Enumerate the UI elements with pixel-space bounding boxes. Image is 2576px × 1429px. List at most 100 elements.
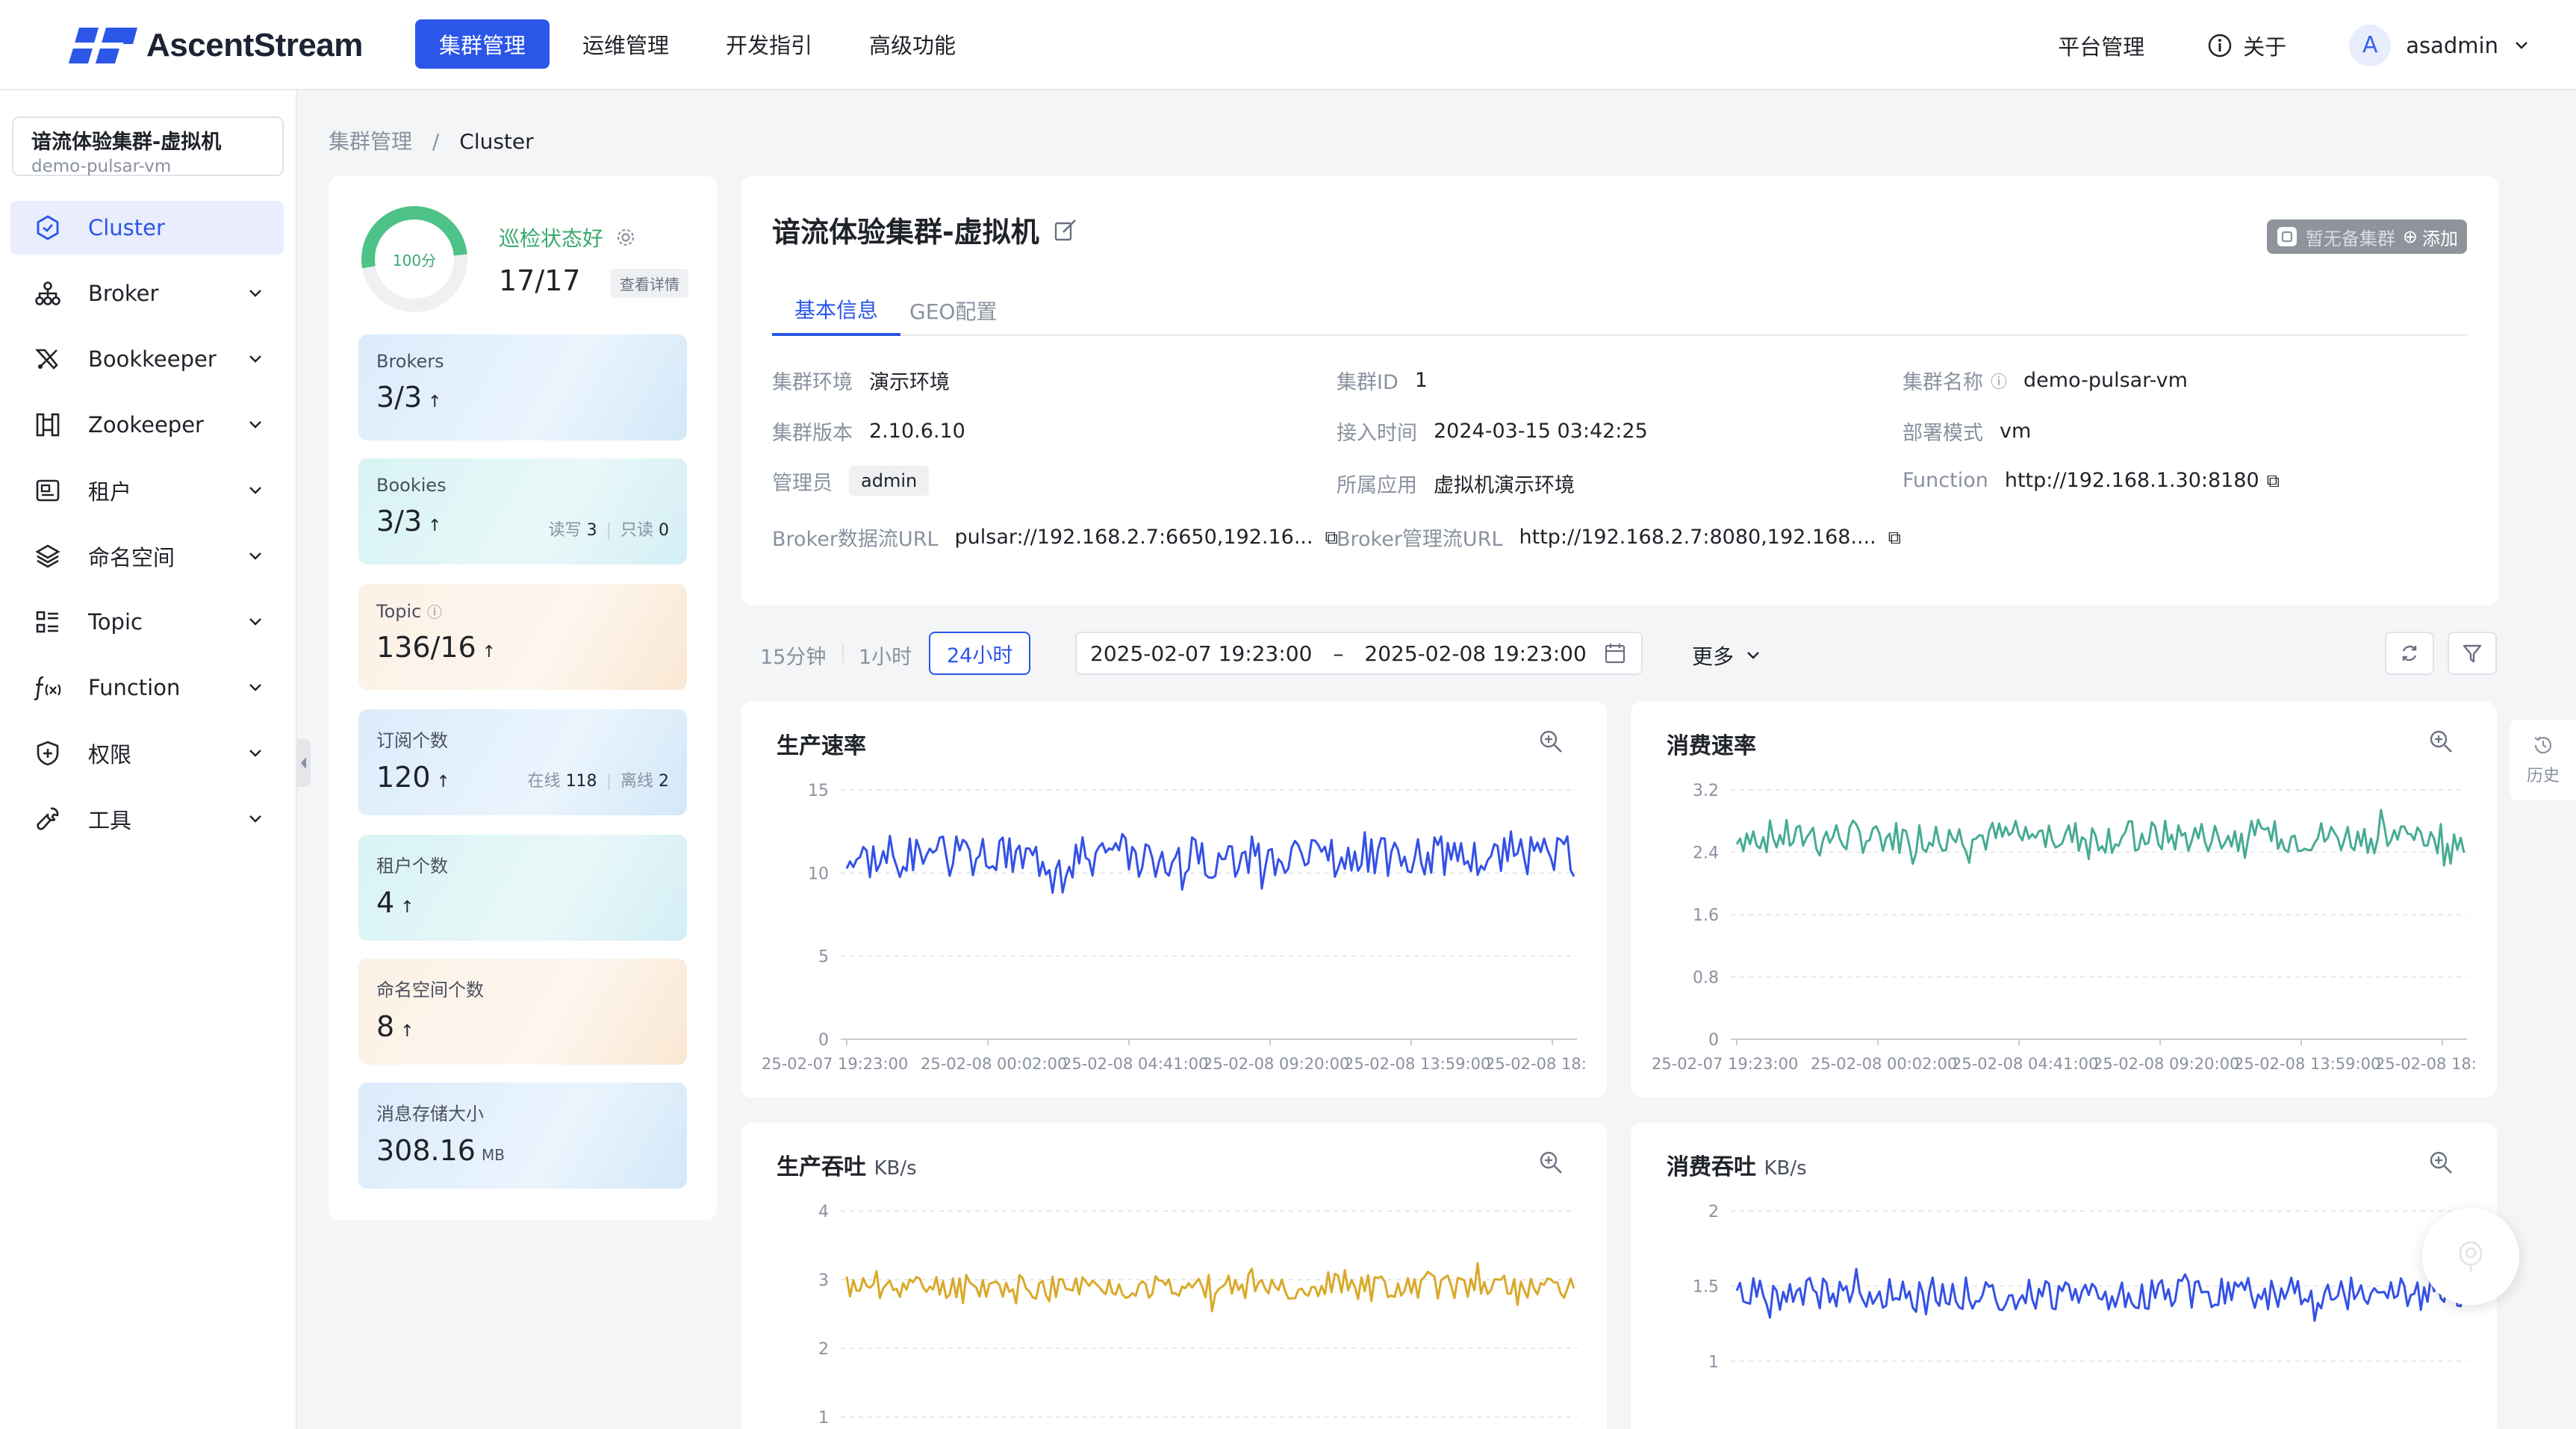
brand-name: AscentStream bbox=[146, 27, 363, 63]
cluster-selector[interactable]: 谙流体验集群-虚拟机 demo-pulsar-vm bbox=[12, 116, 284, 176]
field-broker-admin-url: Broker管理流URL http://192.168.2.7:8080,192.… bbox=[1337, 526, 1901, 551]
subscriptions-breakdown: 在线 118 | 离线 2 bbox=[527, 772, 669, 791]
stat-card-namespaces[interactable]: 命名空间个数 8 ↑ bbox=[358, 959, 687, 1065]
history-tab[interactable]: 历史 bbox=[2510, 720, 2576, 800]
sidebar-item-function[interactable]: Function bbox=[10, 661, 284, 714]
function-icon bbox=[34, 676, 61, 700]
stat-card-storage[interactable]: 消息存储大小 308.16 MB bbox=[358, 1083, 687, 1189]
add-backup-button[interactable]: 添加 bbox=[2422, 224, 2458, 250]
nav-ops-management[interactable]: 运维管理 bbox=[559, 19, 693, 69]
sidebar-item-tools[interactable]: 工具 bbox=[10, 792, 284, 846]
sidebar-item-label: 租户 bbox=[88, 479, 132, 505]
broker-icon bbox=[35, 281, 60, 305]
nav-cluster-management[interactable]: 集群管理 bbox=[415, 19, 550, 69]
stat-card-bookies[interactable]: Bookies 3/3 ↑ 读写 3 | 只读 0 bbox=[358, 458, 687, 564]
x-tick-label: 25-02-08 18: bbox=[1485, 1055, 1587, 1073]
assistant-icon bbox=[2459, 1241, 2483, 1272]
assistant-float-button[interactable] bbox=[2422, 1208, 2519, 1305]
logo[interactable]: AscentStream bbox=[69, 24, 363, 67]
sidebar-collapse-handle[interactable] bbox=[297, 739, 311, 787]
y-tick-label: 2 bbox=[818, 1340, 829, 1359]
arrow-up-icon: ↑ bbox=[400, 898, 414, 917]
backup-cluster-badge[interactable]: 暂无备集群 ⊕ 添加 bbox=[2266, 220, 2467, 254]
filter-button[interactable] bbox=[2448, 632, 2497, 675]
breadcrumb-root[interactable]: 集群管理 bbox=[329, 129, 412, 154]
cluster-name: 谙流体验集群-虚拟机 bbox=[31, 131, 222, 154]
y-tick-label: 1.5 bbox=[1693, 1278, 1719, 1297]
arrow-up-icon: ↑ bbox=[482, 643, 497, 661]
info-icon: ⓘ bbox=[1991, 373, 2008, 392]
stat-card-subscriptions[interactable]: 订阅个数 120 ↑ 在线 118 | 离线 2 bbox=[358, 709, 687, 815]
sidebar-item-cluster[interactable]: Cluster bbox=[10, 201, 284, 255]
stat-label: 订阅个数 bbox=[376, 730, 448, 751]
sidebar-item-topic[interactable]: Topic bbox=[10, 595, 284, 649]
view-details-button[interactable]: 查看详情 bbox=[611, 269, 688, 298]
start-date: 2025-02-07 19:23:00 bbox=[1090, 641, 1313, 666]
health-status[interactable]: 巡检状态好 bbox=[499, 222, 636, 252]
x-tick-label: 25-02-08 09:20:00 bbox=[1203, 1055, 1349, 1073]
nav-advanced[interactable]: 高级功能 bbox=[845, 19, 980, 69]
about-link[interactable]: 关于 bbox=[2207, 30, 2286, 61]
sidebar-item-tenant[interactable]: 租户 bbox=[10, 464, 284, 517]
sidebar-item-label: Cluster bbox=[88, 215, 165, 240]
gear-icon[interactable] bbox=[615, 227, 636, 248]
y-tick-label: 4 bbox=[818, 1203, 829, 1221]
sidebar-item-zookeeper[interactable]: Zookeeper bbox=[10, 398, 284, 452]
sidebar-item-namespace[interactable]: 命名空间 bbox=[10, 529, 284, 583]
x-tick-label: 25-02-08 13:59:00 bbox=[2234, 1055, 2380, 1073]
chevron-down-icon bbox=[249, 290, 261, 297]
date-range-picker[interactable]: 2025-02-07 19:23:00 – 2025-02-08 19:23:0… bbox=[1075, 632, 1643, 675]
x-tick-label: 25-02-08 04:41:00 bbox=[1062, 1055, 1208, 1073]
tenant-icon bbox=[36, 479, 60, 502]
main-nav: 集群管理 运维管理 开发指引 高级功能 bbox=[415, 19, 989, 69]
user-menu[interactable]: A asadmin bbox=[2349, 24, 2531, 66]
tab-basic-info[interactable]: 基本信息 bbox=[772, 285, 901, 336]
tab-geo-config[interactable]: GEO配置 bbox=[909, 285, 997, 336]
y-tick-label: 3.2 bbox=[1693, 782, 1719, 800]
y-tick-label: 10 bbox=[808, 865, 829, 883]
sidebar: 谙流体验集群-虚拟机 demo-pulsar-vm Cluster Broker… bbox=[0, 90, 297, 1429]
chart-plot: 1 2 3 4 bbox=[818, 1203, 1577, 1428]
chevron-down-icon bbox=[249, 815, 261, 823]
stat-label: 消息存储大小 bbox=[376, 1103, 484, 1124]
info-icon bbox=[2208, 34, 2232, 57]
field-application: 所属应用 虚拟机演示环境 bbox=[1337, 474, 1575, 497]
sidebar-item-bookkeeper[interactable]: Bookkeeper bbox=[10, 332, 284, 386]
health-status-label: 巡检状态好 bbox=[499, 226, 604, 251]
sidebar-menu: Cluster Broker Bookkeeper Zookeeper 租户 命… bbox=[10, 201, 284, 858]
chart-plot: 0 5 10 15 25-02-07 19:23:00 25-02-08 00:02:00… bbox=[762, 782, 1587, 1073]
sidebar-item-broker[interactable]: Broker bbox=[10, 267, 284, 320]
detail-title-text: 谙流体验集群-虚拟机 bbox=[772, 216, 1039, 249]
chevron-down-icon bbox=[249, 750, 261, 757]
time-range-15m[interactable]: 15分钟 bbox=[760, 641, 826, 670]
refresh-button[interactable] bbox=[2385, 632, 2434, 675]
cluster-id: demo-pulsar-vm bbox=[31, 157, 172, 176]
field-deploy-mode: 部署模式 vm bbox=[1903, 420, 2032, 445]
stat-card-tenants[interactable]: 租户个数 4 ↑ bbox=[358, 835, 687, 941]
breadcrumb-current: Cluster bbox=[459, 129, 534, 154]
stat-value: 308.16 bbox=[376, 1134, 476, 1167]
sidebar-item-permission[interactable]: 权限 bbox=[10, 726, 284, 780]
health-score: 100分 bbox=[393, 252, 436, 270]
plus-circle-icon: ⊕ bbox=[2402, 226, 2418, 247]
sidebar-item-label: 命名空间 bbox=[88, 545, 175, 570]
time-range-24h[interactable]: 24小时 bbox=[929, 632, 1031, 675]
backup-icon bbox=[2277, 227, 2297, 246]
y-tick-label: 3 bbox=[818, 1271, 829, 1290]
nav-dev-guide[interactable]: 开发指引 bbox=[702, 19, 836, 69]
copy-icon[interactable]: ⧉ bbox=[1888, 527, 1901, 548]
time-range-1h[interactable]: 1小时 bbox=[859, 641, 912, 670]
copy-icon[interactable]: ⧉ bbox=[2267, 470, 2280, 491]
x-tick-label: 25-02-08 13:59:00 bbox=[1344, 1055, 1490, 1073]
more-dropdown[interactable]: 更多 bbox=[1692, 641, 1762, 670]
series-line bbox=[845, 830, 1575, 894]
list-icon bbox=[36, 611, 58, 633]
arrow-up-icon: ↑ bbox=[436, 773, 450, 791]
platform-management-link[interactable]: 平台管理 bbox=[2058, 30, 2144, 61]
sidebar-item-label: Topic bbox=[88, 609, 143, 635]
stat-card-topic[interactable]: Topic ⓘ 136/16 ↑ bbox=[358, 584, 687, 690]
edit-icon[interactable] bbox=[1053, 217, 1078, 243]
stat-card-brokers[interactable]: Brokers 3/3 ↑ bbox=[358, 334, 687, 440]
top-bar: AscentStream 集群管理 运维管理 开发指引 高级功能 平台管理 关于… bbox=[0, 0, 2576, 90]
field-version: 集群版本 2.10.6.10 bbox=[772, 420, 965, 445]
